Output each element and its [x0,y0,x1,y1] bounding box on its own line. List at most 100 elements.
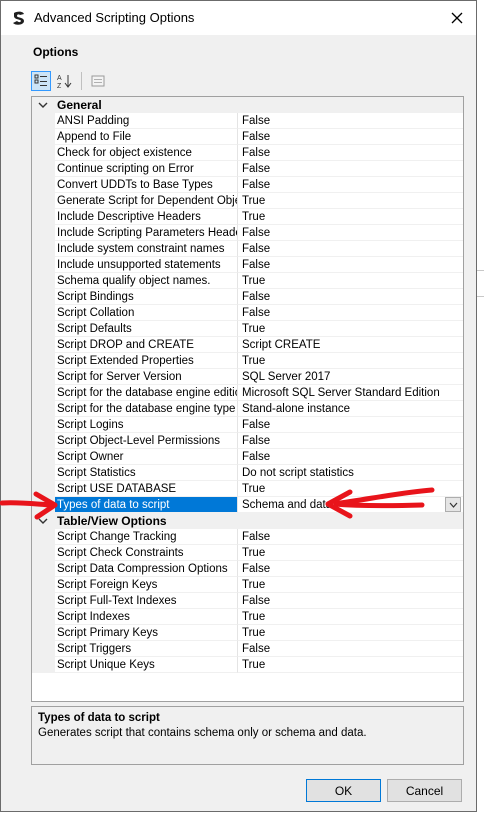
property-name[interactable]: Include system constraint names [55,241,238,257]
property-value[interactable]: True [238,545,463,561]
property-row[interactable]: Script Statistics Do not script statistic… [32,465,463,481]
property-value[interactable]: True [238,273,463,289]
property-name[interactable]: Include unsupported statements [55,257,238,273]
property-row[interactable]: Script Collation False [32,305,463,321]
property-row[interactable]: Script Foreign Keys True [32,577,463,593]
property-value[interactable]: False [238,145,463,161]
property-name[interactable]: Script Data Compression Options [55,561,238,577]
property-row[interactable]: Continue scripting on Error False [32,161,463,177]
property-name[interactable]: Script DROP and CREATE [55,337,238,353]
property-name[interactable]: Script Extended Properties [55,353,238,369]
property-row[interactable]: Script Indexes True [32,609,463,625]
property-value[interactable]: False [238,641,463,657]
property-row[interactable]: Script Triggers False [32,641,463,657]
property-name[interactable]: Script Defaults [55,321,238,337]
property-row[interactable]: Append to File False [32,129,463,145]
property-name[interactable]: Append to File [55,129,238,145]
property-value[interactable]: Do not script statistics [238,465,463,481]
property-row[interactable]: Script for Server Version SQL Server 2017 [32,369,463,385]
property-name[interactable]: Script Full-Text Indexes [55,593,238,609]
category-row[interactable]: Table/View Options [32,513,463,529]
property-name[interactable]: Script Change Tracking [55,529,238,545]
property-value[interactable]: True [238,321,463,337]
property-name[interactable]: Script Logins [55,417,238,433]
property-row[interactable]: Script for the database engine edition Mi… [32,385,463,401]
property-value[interactable]: False [238,417,463,433]
ok-button[interactable]: OK [306,779,381,802]
property-row[interactable]: Script Check Constraints True [32,545,463,561]
property-name[interactable]: Check for object existence [55,145,238,161]
property-name[interactable]: Include Scripting Parameters Header [55,225,238,241]
property-row[interactable]: Script for the database engine type Stand… [32,401,463,417]
property-row[interactable]: Script Owner False [32,449,463,465]
property-row[interactable]: Include Scripting Parameters Header False [32,225,463,241]
property-name[interactable]: Script Object-Level Permissions [55,433,238,449]
property-name[interactable]: Include Descriptive Headers [55,209,238,225]
property-value[interactable]: True [238,657,463,673]
property-value[interactable]: True [238,481,463,497]
property-row[interactable]: Script Logins False [32,417,463,433]
categorized-button[interactable] [31,71,51,91]
property-value[interactable]: Schema and data [238,497,463,513]
close-button[interactable] [438,1,476,35]
property-name[interactable]: Convert UDDTs to Base Types [55,177,238,193]
property-name[interactable]: Types of data to script [55,497,238,513]
property-value[interactable]: False [238,161,463,177]
property-value[interactable]: Stand-alone instance [238,401,463,417]
property-name[interactable]: Script Owner [55,449,238,465]
property-row[interactable]: Script Change Tracking False [32,529,463,545]
property-value[interactable]: False [238,177,463,193]
property-value[interactable]: True [238,609,463,625]
property-value[interactable]: False [238,449,463,465]
property-name[interactable]: Script Indexes [55,609,238,625]
collapse-chevron-icon[interactable] [36,98,50,112]
property-row[interactable]: Script Bindings False [32,289,463,305]
property-value[interactable]: False [238,225,463,241]
category-row[interactable]: General [32,97,463,113]
property-value[interactable]: False [238,433,463,449]
property-row[interactable]: Schema qualify object names. True [32,273,463,289]
property-value[interactable]: False [238,257,463,273]
property-value[interactable]: False [238,561,463,577]
property-name[interactable]: Script for the database engine edition [55,385,238,401]
property-row[interactable]: Script DROP and CREATE Script CREATE [32,337,463,353]
property-row[interactable]: Script Defaults True [32,321,463,337]
property-name[interactable]: Script Check Constraints [55,545,238,561]
property-value[interactable]: False [238,529,463,545]
property-row[interactable]: Script Full-Text Indexes False [32,593,463,609]
property-value[interactable]: True [238,209,463,225]
property-value[interactable]: Microsoft SQL Server Standard Edition [238,385,463,401]
property-value[interactable]: True [238,193,463,209]
property-value[interactable]: True [238,625,463,641]
property-row[interactable]: Generate Script for Dependent Objects Tru… [32,193,463,209]
property-row[interactable]: Script Unique Keys True [32,657,463,673]
property-name[interactable]: Script Statistics [55,465,238,481]
property-value[interactable]: False [238,289,463,305]
property-pages-button[interactable] [88,71,108,91]
property-name[interactable]: Script Unique Keys [55,657,238,673]
property-name[interactable]: ANSI Padding [55,113,238,129]
value-dropdown-button[interactable] [445,497,461,512]
property-row[interactable]: Script Object-Level Permissions False [32,433,463,449]
property-row[interactable]: Convert UDDTs to Base Types False [32,177,463,193]
property-name[interactable]: Generate Script for Dependent Objects [55,193,238,209]
property-name[interactable]: Script Bindings [55,289,238,305]
property-value[interactable]: False [238,593,463,609]
property-value[interactable]: False [238,113,463,129]
property-row[interactable]: Check for object existence False [32,145,463,161]
property-row[interactable]: Script Primary Keys True [32,625,463,641]
property-value[interactable]: SQL Server 2017 [238,369,463,385]
property-value[interactable]: True [238,577,463,593]
property-value[interactable]: False [238,129,463,145]
property-value[interactable]: False [238,305,463,321]
collapse-chevron-icon[interactable] [36,514,50,528]
property-name[interactable]: Script Collation [55,305,238,321]
property-grid[interactable]: General ANSI Padding False Append to File Fa… [31,96,464,702]
property-name[interactable]: Script Foreign Keys [55,577,238,593]
property-value[interactable]: True [238,353,463,369]
property-row[interactable]: Include system constraint names False [32,241,463,257]
property-name[interactable]: Schema qualify object names. [55,273,238,289]
property-row[interactable]: Script Data Compression Options False [32,561,463,577]
property-name[interactable]: Script USE DATABASE [55,481,238,497]
property-name[interactable]: Script for the database engine type [55,401,238,417]
